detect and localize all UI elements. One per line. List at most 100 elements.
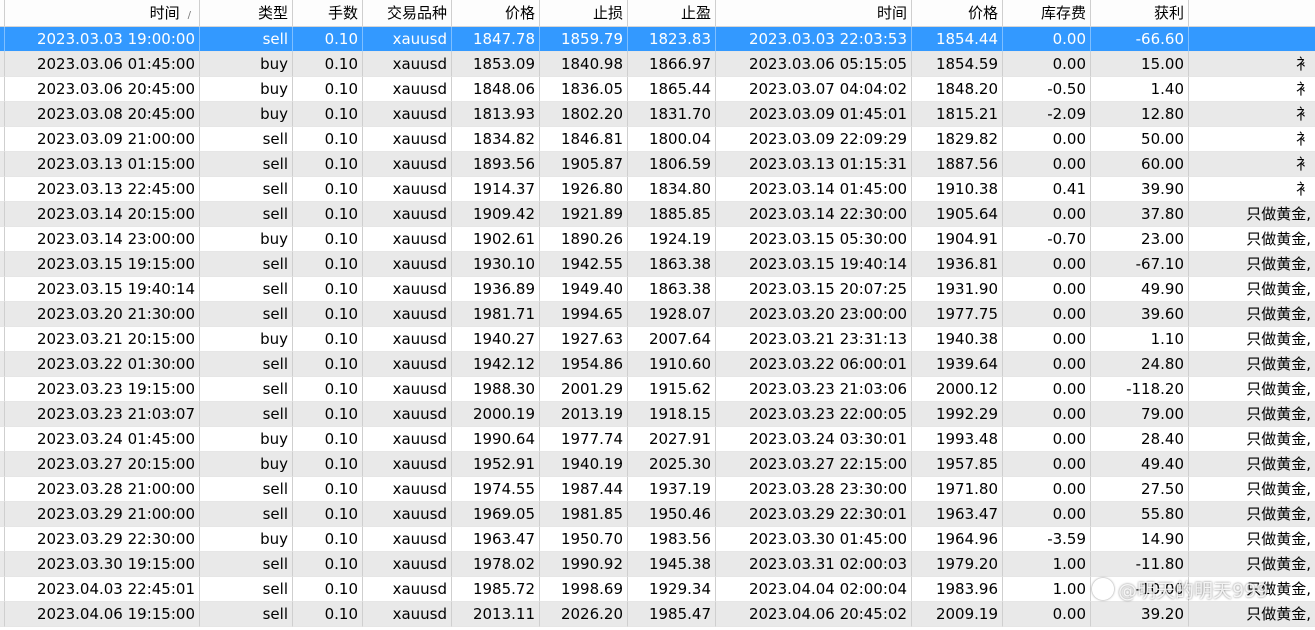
cell-type: sell xyxy=(200,27,293,52)
header-symbol[interactable]: 交易品种 xyxy=(363,0,452,26)
table-row[interactable]: 2023.03.30 19:15:00 sell 0.10 xauusd 1978.02… xyxy=(0,552,1315,577)
cell-sl: 1994.65 xyxy=(540,302,628,327)
cell-lots: 0.10 xyxy=(293,27,363,52)
cell-swap: 0.00 xyxy=(1003,402,1091,427)
table-row[interactable]: 2023.03.21 20:15:00 buy 0.10 xauusd 1940.27 1… xyxy=(0,327,1315,352)
header-close-time[interactable]: 时间 xyxy=(716,0,912,26)
cell-lots: 0.10 xyxy=(293,577,363,602)
table-row[interactable]: 2023.03.03 19:00:00 sell 0.10 xauusd 1847.78… xyxy=(0,27,1315,52)
table-row[interactable]: 2023.03.23 19:15:00 sell 0.10 xauusd 1988.30… xyxy=(0,377,1315,402)
cell-lots: 0.10 xyxy=(293,377,363,402)
header-close-price[interactable]: 价格 xyxy=(912,0,1003,26)
cell-open-time: 2023.03.09 21:00:00 xyxy=(5,127,200,152)
cell-type: buy xyxy=(200,527,293,552)
header-open-price[interactable]: 价格 xyxy=(452,0,540,26)
cell-lots: 0.10 xyxy=(293,202,363,227)
table-row[interactable]: 2023.03.09 21:00:00 sell 0.10 xauusd 1834.82… xyxy=(0,127,1315,152)
cell-sl: 1998.69 xyxy=(540,577,628,602)
cell-symbol: xauusd xyxy=(363,177,452,202)
header-lots[interactable]: 手数 xyxy=(293,0,363,26)
cell-symbol: xauusd xyxy=(363,377,452,402)
cell-close-time: 2023.03.13 01:15:31 xyxy=(716,152,912,177)
header-sl[interactable]: 止损 xyxy=(540,0,628,26)
cell-tp: 1945.38 xyxy=(628,552,716,577)
cell-open-price: 1909.42 xyxy=(452,202,540,227)
cell-close-time: 2023.03.15 20:07:25 xyxy=(716,277,912,302)
table-row[interactable]: 2023.04.06 19:15:00 sell 0.10 xauusd 2013.11… xyxy=(0,602,1315,627)
cell-close-price: 1848.20 xyxy=(912,77,1003,102)
cell-sl: 1859.79 xyxy=(540,27,628,52)
header-swap[interactable]: 库存费 xyxy=(1003,0,1091,26)
table-row[interactable]: 2023.03.14 23:00:00 buy 0.10 xauusd 1902.61 1… xyxy=(0,227,1315,252)
table-body: 2023.03.03 19:00:00 sell 0.10 xauusd 1847.78… xyxy=(0,27,1315,627)
cell-swap: 0.00 xyxy=(1003,52,1091,77)
cell-type: sell xyxy=(200,127,293,152)
cell-close-time: 2023.03.14 01:45:00 xyxy=(716,177,912,202)
table-row[interactable]: 2023.03.14 20:15:00 sell 0.10 xauusd 1909.42… xyxy=(0,202,1315,227)
cell-swap: -2.09 xyxy=(1003,102,1091,127)
cell-lots: 0.10 xyxy=(293,602,363,627)
table-row[interactable]: 2023.03.08 20:45:00 buy 0.10 xauusd 1813.93 1… xyxy=(0,102,1315,127)
cell-close-price: 1931.90 xyxy=(912,277,1003,302)
cell-close-time: 2023.03.24 03:30:01 xyxy=(716,427,912,452)
cell-open-price: 1914.37 xyxy=(452,177,540,202)
table-row[interactable]: 2023.03.28 21:00:00 sell 0.10 xauusd 1974.55… xyxy=(0,477,1315,502)
cell-comment: 只做黄金, xyxy=(1189,527,1315,552)
cell-open-time: 2023.03.23 21:03:07 xyxy=(5,402,200,427)
table-row[interactable]: 2023.03.29 22:30:00 buy 0.10 xauusd 1963.47 1… xyxy=(0,527,1315,552)
cell-sl: 1840.98 xyxy=(540,52,628,77)
cell-type: sell xyxy=(200,252,293,277)
header-profit[interactable]: 获利 xyxy=(1091,0,1189,26)
header-type[interactable]: 类型 xyxy=(200,0,293,26)
cell-type: sell xyxy=(200,552,293,577)
cell-lots: 0.10 xyxy=(293,502,363,527)
cell-symbol: xauusd xyxy=(363,427,452,452)
cell-close-time: 2023.03.09 22:09:29 xyxy=(716,127,912,152)
cell-profit: 55.80 xyxy=(1091,502,1189,527)
table-row[interactable]: 2023.03.24 01:45:00 buy 0.10 xauusd 1990.64 1… xyxy=(0,427,1315,452)
cell-sl: 1987.44 xyxy=(540,477,628,502)
cell-type: sell xyxy=(200,202,293,227)
cell-close-price: 1957.85 xyxy=(912,452,1003,477)
cell-type: buy xyxy=(200,452,293,477)
table-row[interactable]: 2023.03.29 21:00:00 sell 0.10 xauusd 1969.05… xyxy=(0,502,1315,527)
cell-lots: 0.10 xyxy=(293,327,363,352)
cell-swap: 0.00 xyxy=(1003,477,1091,502)
cell-open-time: 2023.03.06 01:45:00 xyxy=(5,52,200,77)
cell-sl: 2026.20 xyxy=(540,602,628,627)
cell-tp: 1929.34 xyxy=(628,577,716,602)
cell-tp: 2027.91 xyxy=(628,427,716,452)
cell-open-price: 1936.89 xyxy=(452,277,540,302)
table-row[interactable]: 2023.03.13 22:45:00 sell 0.10 xauusd 1914.37… xyxy=(0,177,1315,202)
cell-sl: 1846.81 xyxy=(540,127,628,152)
cell-lots: 0.10 xyxy=(293,127,363,152)
table-row[interactable]: 2023.03.06 01:45:00 buy 0.10 xauusd 1853.09 1… xyxy=(0,52,1315,77)
header-tp[interactable]: 止盈 xyxy=(628,0,716,26)
table-row[interactable]: 2023.04.03 22:45:01 sell 0.10 xauusd 1985.72… xyxy=(0,577,1315,602)
cell-open-price: 1969.05 xyxy=(452,502,540,527)
cell-close-time: 2023.03.03 22:03:53 xyxy=(716,27,912,52)
cell-close-price: 1854.59 xyxy=(912,52,1003,77)
table-row[interactable]: 2023.03.06 20:45:00 buy 0.10 xauusd 1848.06 1… xyxy=(0,77,1315,102)
table-row[interactable]: 2023.03.13 01:15:00 sell 0.10 xauusd 1893.56… xyxy=(0,152,1315,177)
header-comment[interactable] xyxy=(1189,0,1315,26)
cell-comment: 只做黄金, xyxy=(1189,202,1315,227)
cell-swap: 0.00 xyxy=(1003,152,1091,177)
cell-close-price: 1971.80 xyxy=(912,477,1003,502)
table-row[interactable]: 2023.03.15 19:40:14 sell 0.10 xauusd 1936.89… xyxy=(0,277,1315,302)
cell-type: sell xyxy=(200,602,293,627)
cell-close-time: 2023.03.22 06:00:01 xyxy=(716,352,912,377)
table-row[interactable]: 2023.03.23 21:03:07 sell 0.10 xauusd 2000.19… xyxy=(0,402,1315,427)
cell-open-price: 1990.64 xyxy=(452,427,540,452)
table-row[interactable]: 2023.03.22 01:30:00 sell 0.10 xauusd 1942.12… xyxy=(0,352,1315,377)
cell-sl: 1927.63 xyxy=(540,327,628,352)
table-row[interactable]: 2023.03.27 20:15:00 buy 0.10 xauusd 1952.91 1… xyxy=(0,452,1315,477)
cell-lots: 0.10 xyxy=(293,402,363,427)
table-row[interactable]: 2023.03.20 21:30:00 sell 0.10 xauusd 1981.71… xyxy=(0,302,1315,327)
cell-tp: 2025.30 xyxy=(628,452,716,477)
cell-sl: 1950.70 xyxy=(540,527,628,552)
cell-open-price: 1834.82 xyxy=(452,127,540,152)
cell-comment: 只做黄金, xyxy=(1189,452,1315,477)
table-row[interactable]: 2023.03.15 19:15:00 sell 0.10 xauusd 1930.10… xyxy=(0,252,1315,277)
header-open-time[interactable]: 时间 / xyxy=(5,0,200,26)
